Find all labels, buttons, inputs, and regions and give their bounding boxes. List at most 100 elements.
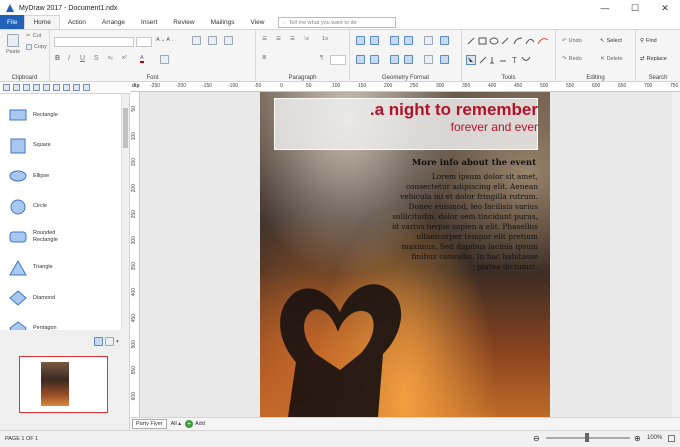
font-size-select[interactable] [136,37,152,47]
find-button[interactable]: ⚲ Find [640,38,657,44]
fill-button[interactable] [356,36,365,45]
line-weight-button[interactable] [370,55,379,64]
tab-party-flyer[interactable]: Party Flyer [132,419,167,429]
grow-font-button[interactable]: A + A- [156,37,174,43]
tab-review[interactable]: Review [165,15,202,29]
maximize-button[interactable]: ☐ [620,0,650,16]
italic-button[interactable]: I [68,55,70,62]
group-button[interactable] [440,36,449,45]
font-color-button[interactable]: A [140,55,144,63]
page-view-toggle[interactable]: ▾ [94,337,119,346]
grid-icon[interactable] [23,84,30,91]
paste-button[interactable]: Paste [6,34,20,55]
justify-button[interactable]: ≣ [262,55,267,61]
add-page-button[interactable]: + Add [185,420,205,428]
tab-view[interactable]: View [242,15,272,29]
undo-button[interactable]: ↶ Undo [562,38,582,44]
superscript-button[interactable]: x² [122,55,127,61]
subscript-button[interactable]: x₂ [108,55,113,61]
scrollbar-thumb[interactable] [123,108,128,148]
page-icon[interactable] [63,84,70,91]
align-shapes-button[interactable] [424,55,433,64]
shape-item-ellipse[interactable]: Ellipse [9,168,73,184]
chevron-down-icon: ▾ [116,338,119,345]
save-icon[interactable] [3,84,10,91]
underline-button[interactable]: U [80,55,85,62]
bring-forward-button[interactable] [424,36,433,45]
ruler-tick-label: 700 [644,83,653,89]
shape-item-square[interactable]: Square [9,138,73,154]
zoom-out-icon[interactable]: ⊖ [533,434,540,443]
shape-item-diamond[interactable]: Diamond [9,290,73,306]
flyer-page[interactable]: .a night to remember forever and ever Mo… [260,92,550,417]
flyer-body-text[interactable]: Lorem ipsum dolor sit amet, consectetur … [388,172,538,272]
pilcrow-button[interactable]: ¶ [320,55,323,61]
corner-button[interactable] [404,55,413,64]
cut-button[interactable]: ✂ Cut [26,33,41,39]
highlight-button[interactable] [160,55,169,64]
drawing-tools-row1[interactable] [466,36,552,46]
shape-item-triangle[interactable]: Triangle [9,259,73,276]
shape-item-circle[interactable]: Circle [9,199,73,215]
stroke-button[interactable] [370,36,379,45]
align-left-button[interactable]: ☰ [262,36,267,42]
line-spacing-select[interactable] [330,55,346,65]
tab-action[interactable]: Action [60,15,94,29]
redo-button[interactable]: ↷ Redo [562,56,582,62]
select-button[interactable]: ↖ Select [600,38,622,44]
close-button[interactable]: ✕ [650,0,680,16]
all-pages-button[interactable]: All ▴ [171,421,181,427]
fit-page-icon[interactable] [668,435,675,442]
zoom-in-icon[interactable]: ⊕ [634,434,641,443]
undo-icon: ↶ [562,38,567,44]
line-style-button[interactable] [356,55,365,64]
strikethrough-button[interactable]: S [94,55,99,62]
tab-arrange[interactable]: Arrange [94,15,133,29]
format-painter-button[interactable] [192,36,201,45]
font-family-select[interactable] [54,37,134,47]
list-icon[interactable] [33,84,40,91]
layout-icon[interactable] [73,84,80,91]
numbering-button[interactable]: 1≡ [322,36,328,42]
ruler-tick-label: 400 [131,288,137,297]
clear-format-button[interactable] [208,36,217,45]
arrows-button[interactable] [390,55,399,64]
flyer-subline[interactable]: forever and ever [451,120,538,134]
effects-button[interactable] [404,36,413,45]
flyer-headline[interactable]: .a night to remember [370,100,538,120]
shadow-button[interactable] [390,36,399,45]
align-right-button[interactable]: ☰ [290,36,295,42]
text-style-button[interactable] [224,36,233,45]
shape-item-rect[interactable]: Rectangle [9,107,73,123]
flyer-section-title[interactable]: More info about the event [412,158,536,168]
bullets-button[interactable]: ⁝≡ [304,36,309,42]
tree-icon[interactable] [43,84,50,91]
minimize-button[interactable]: — [590,0,620,16]
indent-icon[interactable] [53,84,60,91]
open-icon[interactable] [13,84,20,91]
shape-item-rounded[interactable]: Rounded Rectangle [9,229,73,245]
drawing-canvas[interactable]: .a night to remember forever and ever Mo… [140,92,672,417]
copy-button[interactable]: Copy [26,44,47,50]
canvas-scrollbar[interactable] [672,92,680,417]
drawing-tools-row2[interactable]: T [466,55,552,65]
tab-file[interactable]: File [0,15,25,29]
zoom-slider-handle[interactable] [585,433,589,442]
font-color-icon: A [140,55,144,63]
tab-mailings[interactable]: Mailings [203,15,243,29]
shape-item-pentagon[interactable]: Pentagon [9,320,73,330]
pages-icon [94,337,103,346]
align-center-button[interactable]: ☰ [276,36,281,42]
replace-button[interactable]: ⇄ Replace [640,56,667,62]
tab-home[interactable]: Home [24,15,60,29]
tell-me-search[interactable]: ◌ Tell me what you want to do [278,17,397,28]
tab-insert[interactable]: Insert [133,15,165,29]
delete-button[interactable]: ✕ Delete [600,56,623,62]
rotate-button[interactable] [440,55,449,64]
lightbulb-icon: ◌ [282,19,286,26]
sort-icon[interactable] [83,84,90,91]
shapes-scrollbar[interactable] [121,94,129,330]
ruler-tick-label: 550 [566,83,575,89]
page-thumbnail[interactable] [19,356,108,413]
bold-button[interactable]: B [55,55,60,62]
